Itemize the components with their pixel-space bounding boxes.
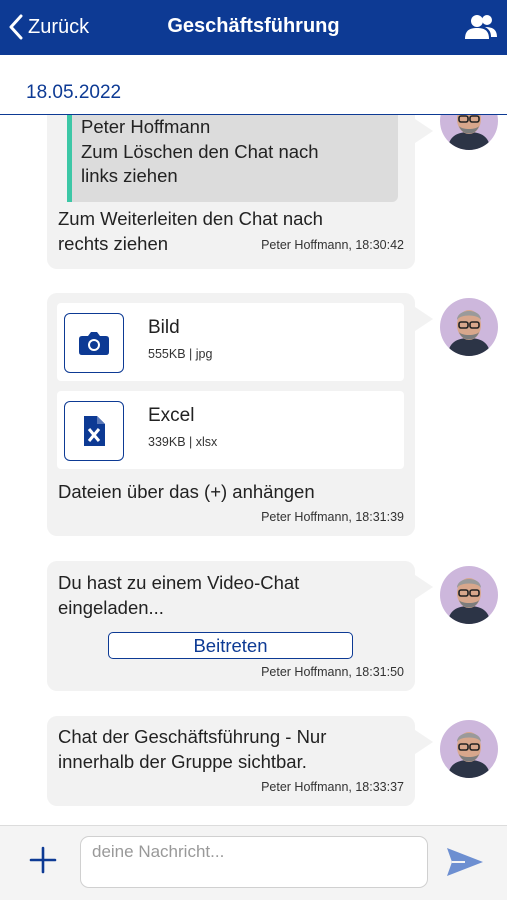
message-bubble[interactable]: Chat der Geschäftsführung - Nur innerhal… xyxy=(47,716,433,806)
send-icon[interactable] xyxy=(445,846,485,878)
message-bubble[interactable]: Bild 555KB | jpg Excel 339KB | xlsx Date… xyxy=(47,293,433,536)
avatar-portrait xyxy=(448,115,490,150)
file-attachment-image[interactable]: Bild 555KB | jpg xyxy=(57,303,404,381)
message-composer xyxy=(0,825,507,900)
file-info: 339KB | xlsx xyxy=(148,435,218,449)
avatar-portrait xyxy=(448,732,490,778)
avatar xyxy=(440,298,498,356)
message-bubble[interactable]: Peter Hoffmann Zum Löschen den Chat nach… xyxy=(47,115,433,269)
file-name: Bild xyxy=(148,317,180,338)
message-meta: Peter Hoffmann, 18:31:50 xyxy=(261,665,404,679)
message-bubble[interactable]: Du hast zu einem Video-Chat eingeladen..… xyxy=(47,561,433,691)
date-separator: 18.05.2022 xyxy=(0,55,507,115)
message-meta: Peter Hoffmann, 18:31:39 xyxy=(261,510,404,524)
date-label: 18.05.2022 xyxy=(26,82,122,103)
message-meta: Peter Hoffmann, 18:33:37 xyxy=(261,780,404,794)
message-text: Chat der Geschäftsführung - Nur innerhal… xyxy=(58,724,326,774)
page-title: Geschäftsführung xyxy=(167,15,340,37)
chat-message-list[interactable]: Peter Hoffmann Zum Löschen den Chat nach… xyxy=(0,115,507,825)
quote-accent-bar xyxy=(67,115,72,202)
quoted-message: Peter Hoffmann Zum Löschen den Chat nach… xyxy=(67,115,398,202)
excel-file-icon xyxy=(64,401,124,461)
file-attachment-excel[interactable]: Excel 339KB | xlsx xyxy=(57,391,404,469)
message-meta: Peter Hoffmann, 18:30:42 xyxy=(261,238,404,252)
plus-icon[interactable] xyxy=(29,846,57,874)
message-text: Du hast zu einem Video-Chat eingeladen..… xyxy=(58,570,299,620)
message-input[interactable] xyxy=(80,836,428,888)
message-text-line: eingeladen... xyxy=(58,597,164,618)
camera-icon xyxy=(64,313,124,373)
avatar xyxy=(440,720,498,778)
file-info: 555KB | jpg xyxy=(148,347,213,361)
users-icon[interactable] xyxy=(465,13,497,41)
quote-author: Peter Hoffmann xyxy=(81,116,211,137)
app-header: Zurück Geschäftsführung xyxy=(0,0,507,55)
quote-text: Peter Hoffmann Zum Löschen den Chat nach… xyxy=(81,115,319,189)
message-text-line: Zum Weiterleiten den Chat nach xyxy=(58,208,323,229)
avatar xyxy=(440,115,498,150)
avatar xyxy=(440,566,498,624)
avatar-portrait xyxy=(448,578,490,624)
avatar-portrait xyxy=(448,310,490,356)
quote-line: links ziehen xyxy=(81,165,178,186)
message-text-line: Chat der Geschäftsführung - Nur xyxy=(58,726,327,747)
file-name: Excel xyxy=(148,405,195,426)
message-text-line: Du hast zu einem Video-Chat xyxy=(58,572,300,593)
quote-line: Zum Löschen den Chat nach xyxy=(81,140,319,162)
join-video-chat-button[interactable]: Beitreten xyxy=(108,632,353,659)
message-text-line: innerhalb der Gruppe sichtbar. xyxy=(58,751,307,772)
message-text: Dateien über das (+) anhängen xyxy=(58,481,315,502)
